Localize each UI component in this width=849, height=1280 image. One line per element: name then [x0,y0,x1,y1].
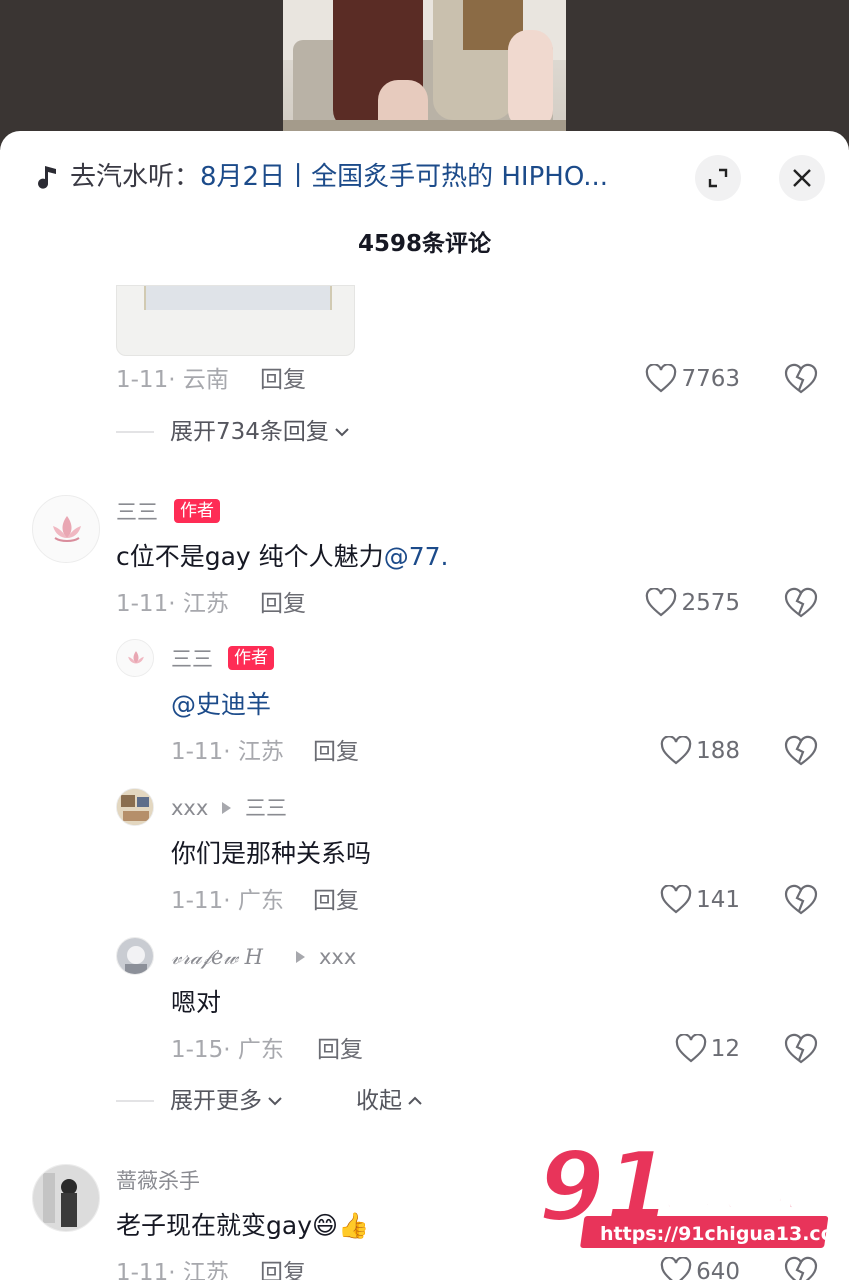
avatar[interactable] [116,788,154,826]
comment-username[interactable]: 蔷薇杀手 [116,1167,200,1195]
expand-more-button[interactable]: 展开更多 [116,1084,282,1118]
collapse-label: 收起 [356,1088,402,1114]
collapse-button[interactable]: 收起 [356,1084,422,1118]
close-icon [793,169,811,187]
comment-username[interactable]: 三三 [116,498,158,526]
reply-date-location: 1-15· 广东 [171,1037,284,1063]
comment-count: 4598条评论 [357,231,491,257]
like-button[interactable]: 12 [600,1032,740,1066]
reply-button[interactable]: 回复 [260,365,306,395]
heart-icon [646,364,677,393]
like-count: 12 [710,1036,740,1062]
heart-icon [660,885,692,914]
reply-arrow-icon [222,802,231,814]
reply-to-username[interactable]: 三三 [245,794,287,822]
reply-to-username[interactable]: xxx [319,943,356,971]
like-count: 640 [696,1259,740,1280]
author-tag: 作者 [174,499,220,523]
music-prefix: 去汽水听： [70,162,201,192]
heart-icon [646,588,677,617]
watermark-logo: 91 吃瓜中心 https://91chigua13.com [538,1134,843,1248]
like-button[interactable]: 2575 [600,586,740,620]
expand-replies-label: 展开734条回复 [170,419,329,445]
comment-date-location: 1-11· 江苏 [116,591,229,617]
reply-arrow-icon [296,951,305,963]
reply-username[interactable]: 三三 [171,645,213,673]
reply-text: 嗯对 [171,988,222,1017]
chevron-down-icon [335,428,349,437]
author-tag: 作者 [228,646,274,670]
chevron-down-icon [268,1097,282,1106]
like-button[interactable]: 7763 [600,362,740,396]
broken-heart-icon[interactable] [783,586,819,620]
reply-username[interactable]: xxx [171,794,208,822]
close-button[interactable] [779,155,825,201]
comments-sheet: 去汽水听：8月2日丨全国炙手可热的 HIPHO... 4598条评论 1-11·… [0,131,849,1280]
like-count: 7763 [681,366,740,392]
music-note-icon [38,166,56,189]
music-label[interactable]: 去汽水听：8月2日丨全国炙手可热的 HIPHO... [70,159,670,195]
avatar[interactable] [32,1164,100,1232]
expand-button[interactable] [695,155,741,201]
like-button[interactable]: 141 [600,883,740,917]
reply-button[interactable]: 回复 [317,1035,363,1065]
expand-replies-button[interactable]: 展开734条回复 [116,415,349,449]
mention-link[interactable]: @77. [384,542,449,571]
avatar[interactable] [116,937,154,975]
broken-heart-icon[interactable] [783,1032,819,1066]
broken-heart-icon[interactable] [783,1255,819,1280]
reply-date-location: 1-11· 江苏 [171,739,284,765]
heart-icon [660,736,692,765]
reply-text: 你们是那种关系吗 [171,839,372,868]
watermark-brand: 吃瓜中心 [650,1167,818,1216]
music-title[interactable]: 8月2日丨全国炙手可热的 HIPHO... [200,162,608,192]
avatar[interactable] [32,495,100,563]
comment-date-location: 1-11· 江苏 [116,1260,229,1280]
comment-image[interactable] [116,285,355,356]
expand-more-label: 展开更多 [170,1088,262,1114]
like-button[interactable]: 188 [600,734,740,768]
comment-body: 老子现在就变gay [116,1211,312,1240]
reply-username[interactable]: 𝓋𝓇𝒶𝒻𝑒𝓌 H [171,943,263,971]
comment-text: 老子现在就变gay😄👍 [116,1209,369,1243]
lotus-icon [33,496,99,562]
like-count: 2575 [681,590,740,616]
avatar[interactable] [116,639,154,677]
reply-button[interactable]: 回复 [260,589,306,619]
heart-icon [660,1257,692,1280]
broken-heart-icon[interactable] [783,883,819,917]
like-button[interactable]: 640 [600,1255,740,1280]
like-count: 141 [696,887,740,913]
chevron-up-icon [408,1096,422,1105]
reply-button[interactable]: 回复 [313,737,359,767]
heart-icon [675,1034,706,1063]
reply-button[interactable]: 回复 [313,886,359,916]
video-frame[interactable] [283,0,566,150]
comment-body: c位不是gay 纯个人魅力 [116,542,384,571]
reply-date-location: 1-11· 广东 [171,888,284,914]
broken-heart-icon[interactable] [783,362,819,396]
reply-button[interactable]: 回复 [260,1258,306,1280]
broken-heart-icon[interactable] [783,734,819,768]
music-bar[interactable]: 去汽水听：8月2日丨全国炙手可热的 HIPHO... [0,131,849,221]
mention-link[interactable]: @史迪羊 [171,690,271,719]
comment-date-location: 1-11· 云南 [116,367,229,393]
comment-emoji: 😄👍 [312,1211,370,1240]
lotus-icon [117,640,153,676]
watermark-url: https://91chigua13.com [600,1223,843,1245]
comment-text: c位不是gay 纯个人魅力@77. [116,540,448,574]
expand-icon [708,168,728,188]
reply-text: @史迪羊 [171,688,271,722]
like-count: 188 [696,738,740,764]
